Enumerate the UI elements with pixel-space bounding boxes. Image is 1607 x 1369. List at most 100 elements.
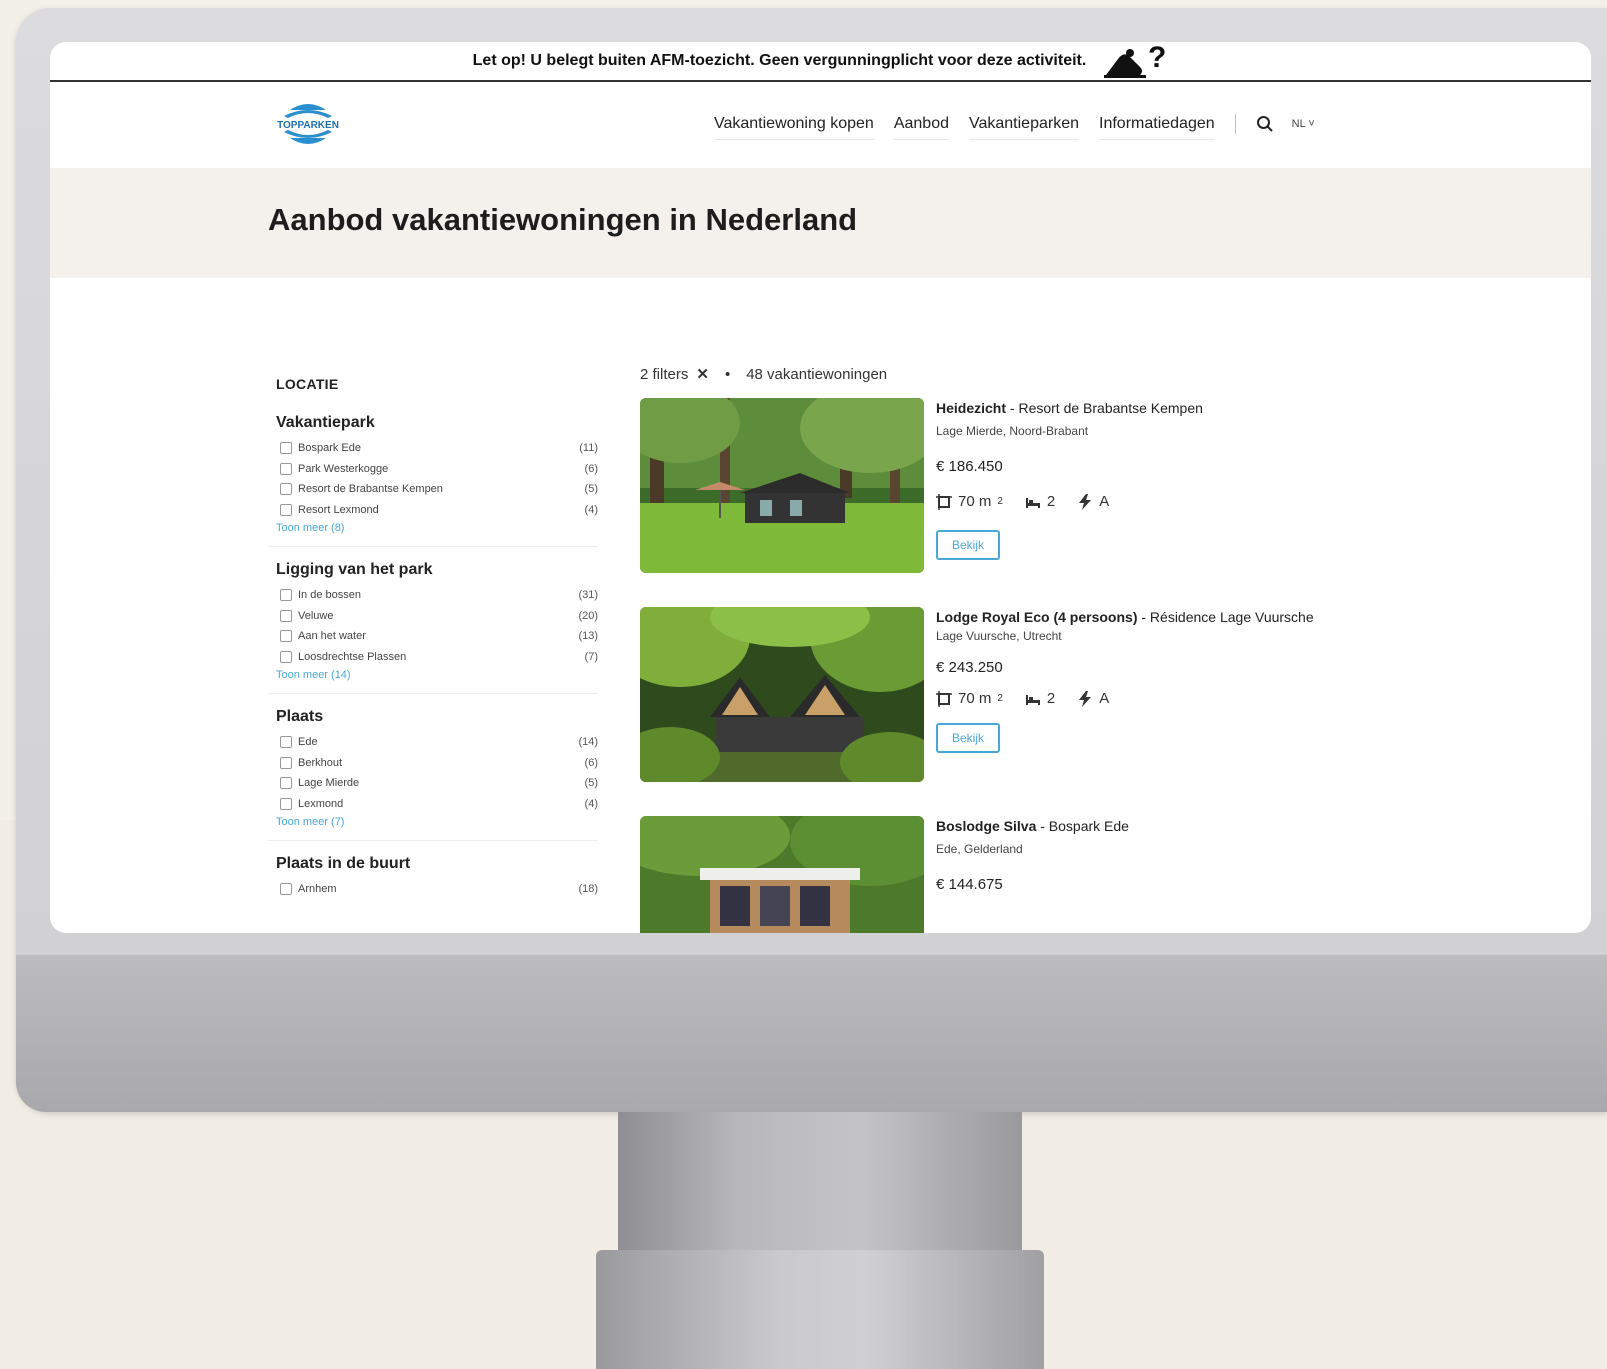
filter-option[interactable]: Lexmond (4): [276, 794, 598, 815]
filter-option[interactable]: Arnhem (18): [276, 879, 598, 900]
svg-text:?: ?: [1148, 43, 1166, 74]
view-button[interactable]: Bekijk: [936, 723, 1000, 753]
filter-option[interactable]: Aan het water (13): [276, 626, 598, 647]
listing-name: Heidezicht: [936, 400, 1007, 416]
view-button[interactable]: Bekijk: [936, 530, 1000, 560]
checkbox[interactable]: [280, 736, 292, 749]
listing-title[interactable]: Boslodge Silva - Bospark Ede: [936, 816, 1316, 836]
filter-group-vakantiepark: Vakantiepark Bospark Ede (11) Park Wester…: [268, 414, 598, 547]
listing-park: - Bospark Ede: [1036, 818, 1129, 834]
active-filters[interactable]: 2 filters: [640, 366, 688, 383]
filter-group-title: Vakantiepark: [276, 414, 375, 431]
lightning-icon: [1079, 493, 1092, 510]
filter-option-label: Berkhout: [298, 756, 343, 769]
area-icon: [936, 493, 952, 510]
filter-option[interactable]: Berkhout (6): [276, 753, 598, 774]
checkbox[interactable]: [280, 630, 292, 643]
filter-option-count: (7): [584, 650, 598, 663]
checkbox[interactable]: [280, 797, 292, 810]
filter-heading: LOCATIE: [276, 376, 339, 392]
filter-option-label: Loosdrechtse Plassen: [298, 650, 407, 663]
filter-option[interactable]: Bospark Ede (11): [276, 438, 598, 459]
checkbox[interactable]: [280, 883, 292, 896]
filter-option[interactable]: Resort Lexmond (4): [276, 500, 598, 521]
boslodge-image: [640, 816, 924, 933]
filter-option-count: (20): [578, 609, 598, 622]
screen: Let op! U belegt buiten AFM-toezicht. Ge…: [50, 42, 1591, 933]
filter-option[interactable]: Park Westerkogge (6): [276, 459, 598, 480]
beds-feature: 2: [1025, 690, 1055, 707]
results-panel: 2 filters ✕ • 48 vakantiewoningen Heidez…: [640, 362, 1360, 933]
checkbox[interactable]: [280, 777, 292, 790]
filter-option-count: (18): [578, 883, 598, 896]
nav-divider: [1234, 114, 1236, 134]
filter-option[interactable]: Veluwe (20): [276, 606, 598, 627]
area-value: 70 m: [958, 493, 992, 510]
listing-title[interactable]: Heidezicht - Resort de Brabantse Kempen: [936, 398, 1316, 418]
checkbox[interactable]: [280, 609, 292, 622]
nav-vakantieparken[interactable]: Vakantieparken: [969, 115, 1079, 140]
listing-title[interactable]: Lodge Royal Eco (4 persoons) - Résidence…: [936, 607, 1316, 627]
beds-value: 2: [1046, 690, 1056, 707]
nav-informatiedagen[interactable]: Informatiedagen: [1099, 115, 1215, 140]
topparken-logo[interactable]: TOPPARKEN: [268, 96, 348, 152]
listing-photo[interactable]: [640, 398, 924, 573]
house-in-forest-image: [640, 398, 924, 573]
energy-feature: A: [1077, 690, 1109, 707]
filter-option-count: (5): [584, 483, 598, 496]
afm-warning-icon: ?: [1104, 43, 1167, 78]
filter-option[interactable]: Ede (14): [276, 732, 598, 753]
beds-feature: 2: [1025, 493, 1055, 510]
listing-card[interactable]: Lodge Royal Eco (4 persoons) - Résidence…: [640, 607, 1360, 787]
filter-option-count: (4): [584, 503, 598, 516]
filter-option-label: Park Westerkogge: [298, 462, 389, 475]
nav-vakantiewoning-kopen[interactable]: Vakantiewoning kopen: [714, 115, 874, 140]
show-more-link[interactable]: Toon meer (7): [276, 816, 598, 828]
filter-option-count: (6): [584, 462, 598, 475]
listing-card[interactable]: Boslodge Silva - Bospark Ede Ede, Gelder…: [640, 816, 1360, 933]
listing-photo[interactable]: [640, 816, 924, 933]
filter-option-label: Veluwe: [298, 609, 334, 622]
filter-option-label: Aan het water: [298, 630, 366, 643]
filter-group-plaats-in-de-buurt: Plaats in de buurt Arnhem (18): [268, 855, 598, 912]
checkbox[interactable]: [280, 756, 292, 769]
filter-group-title: Plaats in de buurt: [276, 855, 411, 872]
language-label: NL: [1291, 118, 1306, 130]
filter-option[interactable]: Resort de Brabantse Kempen (5): [276, 479, 598, 500]
listing-details: Heidezicht - Resort de Brabantse Kempen …: [936, 398, 1316, 560]
show-more-link[interactable]: Toon meer (8): [276, 522, 598, 534]
checkbox[interactable]: [280, 503, 292, 516]
search-icon[interactable]: [1256, 115, 1274, 133]
filter-option-count: (11): [579, 442, 598, 455]
logo-text: TOPPARKEN: [277, 120, 339, 131]
listing-card[interactable]: Heidezicht - Resort de Brabantse Kempen …: [640, 398, 1360, 578]
filter-option-label: Lage Mierde: [298, 777, 360, 790]
filter-option-label: Ede: [298, 736, 318, 749]
monitor-stand-base: [596, 1250, 1044, 1369]
filter-option[interactable]: Lage Mierde (5): [276, 773, 598, 794]
filter-option-label: Bospark Ede: [298, 442, 361, 455]
filter-option-label: Resort Lexmond: [298, 503, 379, 516]
filter-option-count: (5): [584, 777, 598, 790]
language-selector[interactable]: NL ˅: [1292, 118, 1315, 130]
filter-option[interactable]: Loosdrechtse Plassen (7): [276, 647, 598, 668]
filter-option-label: Lexmond: [298, 797, 344, 810]
afm-notice-bar: Let op! U belegt buiten AFM-toezicht. Ge…: [50, 42, 1591, 82]
listing-photo[interactable]: [640, 607, 924, 782]
listing-price: € 243.250: [936, 659, 1003, 676]
filter-option[interactable]: In de bossen (31): [276, 585, 598, 606]
checkbox[interactable]: [280, 462, 292, 475]
listing-features: 70 m2 2 A: [936, 690, 1316, 707]
nav-aanbod[interactable]: Aanbod: [893, 115, 949, 140]
checkbox[interactable]: [280, 442, 292, 455]
area-value: 70 m: [958, 690, 992, 707]
show-more-link[interactable]: Toon meer (14): [276, 669, 598, 681]
checkbox[interactable]: [280, 589, 292, 602]
checkbox[interactable]: [280, 483, 292, 496]
checkbox[interactable]: [280, 650, 292, 663]
filter-option-count: (13): [578, 630, 598, 643]
clear-filters-icon[interactable]: ✕: [696, 365, 709, 383]
separator: •: [724, 365, 731, 383]
filter-group-plaats: Plaats Ede (14) Berkhout (6) Lage Mierde (5…: [268, 708, 598, 841]
area-icon: [936, 690, 952, 707]
